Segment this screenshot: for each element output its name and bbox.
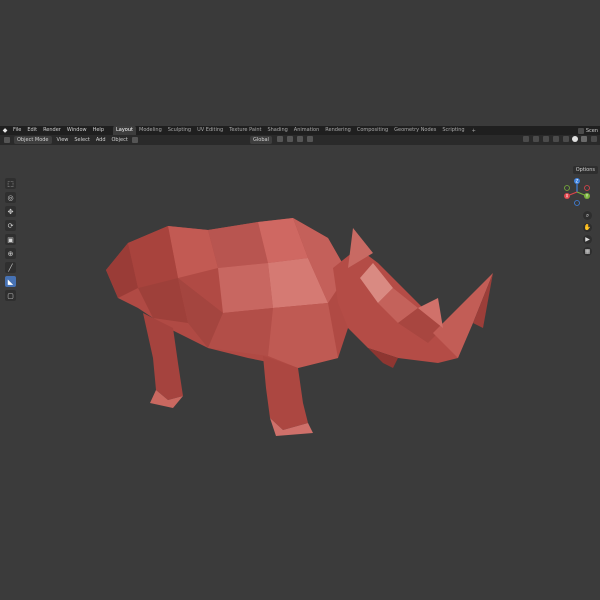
tab-scripting[interactable]: Scripting — [439, 126, 467, 135]
low-poly-rhino-model[interactable] — [98, 208, 498, 438]
scale-icon[interactable]: ▣ — [5, 234, 16, 245]
camera-icon[interactable]: ▶ — [583, 235, 592, 244]
transform-controls: Global — [250, 136, 314, 144]
rotate-icon[interactable]: ⟳ — [5, 220, 16, 231]
navigation-gizmo[interactable]: Z X Y — [562, 177, 592, 207]
blender-logo-icon[interactable]: ◆ — [0, 126, 10, 135]
orientation-dropdown[interactable]: Global — [250, 136, 272, 144]
options-dropdown[interactable]: Options — [572, 166, 598, 174]
editor-type-icon — [4, 137, 10, 143]
menu-window[interactable]: Window — [64, 126, 90, 135]
scene-icon — [577, 127, 584, 134]
cursor-icon[interactable]: ◎ — [5, 192, 16, 203]
gizmo-y-label: Y — [585, 194, 589, 199]
rhino-facet — [208, 222, 268, 268]
mode-dropdown[interactable]: Object Mode — [14, 136, 52, 144]
snap-target-icon[interactable] — [296, 136, 303, 142]
select-box-icon[interactable]: ⬚ — [5, 178, 16, 189]
workspace-tabs: Layout Modeling Sculpting UV Editing Tex… — [113, 126, 468, 135]
rhino-facet — [268, 303, 338, 368]
tab-rendering[interactable]: Rendering — [322, 126, 354, 135]
tab-geometry-nodes[interactable]: Geometry Nodes — [391, 126, 439, 135]
proportional-edit-icon[interactable] — [306, 136, 313, 142]
menu-file[interactable]: File — [10, 126, 24, 135]
transform-icon[interactable]: ⊕ — [5, 248, 16, 259]
3d-viewport[interactable]: Options ⬚ ◎ ✥ ⟳ ▣ ⊕ ╱ ◣ ▢ Z X Y ⌕ ✋ ▶ ▦ — [0, 145, 600, 600]
orientation-label: Global — [253, 137, 269, 143]
move-icon[interactable]: ✥ — [5, 206, 16, 217]
perspective-grid-icon[interactable]: ▦ — [583, 247, 592, 256]
rhino-facet — [218, 263, 273, 313]
scene-selector[interactable]: Scen — [577, 126, 600, 135]
gizmo-neg-y-ball[interactable] — [564, 185, 570, 191]
xray-toggle-icon[interactable] — [553, 136, 559, 142]
pan-hand-icon[interactable]: ✋ — [583, 223, 592, 232]
gizmo-z-label: Z — [576, 179, 579, 184]
annotate-icon[interactable]: ╱ — [5, 262, 16, 273]
gizmo-toggle-icon[interactable] — [533, 136, 539, 142]
tab-compositing[interactable]: Compositing — [354, 126, 391, 135]
editor-type-button[interactable] — [0, 136, 14, 144]
solid-shading-icon[interactable] — [572, 136, 578, 142]
pivot-icon[interactable] — [276, 136, 283, 142]
add-workspace-button[interactable]: + — [468, 128, 480, 134]
add-menu[interactable]: Add — [93, 136, 109, 144]
tab-modeling[interactable]: Modeling — [136, 126, 165, 135]
rendered-shading-icon[interactable] — [591, 136, 597, 142]
zoom-icon[interactable]: ⌕ — [583, 211, 592, 220]
menu-edit[interactable]: Edit — [24, 126, 40, 135]
view-menu[interactable]: View — [54, 136, 72, 144]
tab-layout[interactable]: Layout — [113, 126, 136, 135]
object-menu[interactable]: Object — [109, 136, 131, 144]
gizmo-x-label: X — [566, 194, 569, 199]
viewport-header: Object Mode View Select Add Object Globa… — [0, 135, 600, 145]
menu-help[interactable]: Help — [90, 126, 107, 135]
gizmo-neg-z-ball[interactable] — [574, 200, 580, 206]
scene-label: Scen — [585, 127, 598, 134]
tool-shelf: ⬚ ◎ ✥ ⟳ ▣ ⊕ ╱ ◣ ▢ — [5, 178, 16, 301]
tab-uv-editing[interactable]: UV Editing — [194, 126, 226, 135]
tab-sculpting[interactable]: Sculpting — [165, 126, 194, 135]
visibility-icon[interactable] — [523, 136, 529, 142]
header-toggle-icon[interactable] — [131, 137, 138, 143]
gizmo-neg-x-ball[interactable] — [584, 185, 590, 191]
mode-label: Object Mode — [17, 137, 49, 143]
measure-icon[interactable]: ◣ — [5, 276, 16, 287]
select-menu[interactable]: Select — [71, 136, 92, 144]
topbar: ◆ File Edit Render Window Help Layout Mo… — [0, 126, 600, 135]
tab-animation[interactable]: Animation — [291, 126, 323, 135]
tab-shading[interactable]: Shading — [264, 126, 290, 135]
navigation-buttons: ⌕ ✋ ▶ ▦ — [583, 211, 592, 256]
header-right-tools — [522, 136, 598, 142]
snap-icon[interactable] — [286, 136, 293, 142]
menu-render[interactable]: Render — [40, 126, 64, 135]
wireframe-shading-icon[interactable] — [563, 136, 569, 142]
overlay-toggle-icon[interactable] — [543, 136, 549, 142]
tab-texture-paint[interactable]: Texture Paint — [226, 126, 264, 135]
add-cube-icon[interactable]: ▢ — [5, 290, 16, 301]
blender-window: ◆ File Edit Render Window Help Layout Mo… — [0, 126, 600, 600]
main-menu: File Edit Render Window Help — [10, 126, 107, 135]
material-shading-icon[interactable] — [581, 136, 587, 142]
